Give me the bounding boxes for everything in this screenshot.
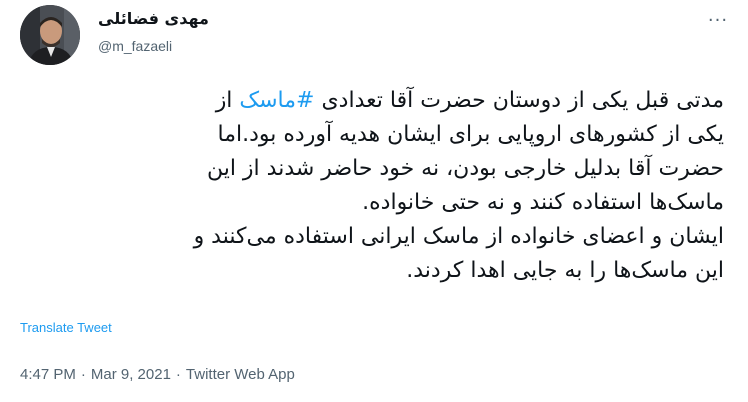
- tweet-line: ماسک‌ها استفاده کنند و نه حتی خانواده.: [362, 190, 724, 215]
- display-name[interactable]: مهدی فضائلی: [98, 9, 209, 28]
- user-handle[interactable]: @m_fazaeli: [98, 38, 172, 54]
- tweet-line: یکی از کشورهای اروپایی برای ایشان هدیه آ…: [217, 122, 725, 147]
- translate-tweet-link[interactable]: Translate Tweet: [20, 320, 112, 335]
- tweet-line: حضرت آقا بدلیل خارجی بودن، نه خود حاضر ش…: [206, 156, 724, 181]
- tweet-time[interactable]: 4:47 PM: [20, 366, 76, 383]
- separator: ·: [175, 366, 181, 383]
- tweet-text-segment: مدتی قبل یکی از دوستان حضرت آقا تعدادی: [314, 88, 724, 113]
- separator: ·: [80, 366, 86, 383]
- tweet-line: ایشان و اعضای خانواده از ماسک ایرانی است…: [193, 224, 724, 249]
- tweet-line: این ماسک‌ها را به جایی اهدا کردند.: [406, 258, 724, 283]
- source-app-link[interactable]: Twitter Web App: [186, 366, 295, 383]
- tweet-date[interactable]: Mar 9, 2021: [91, 366, 171, 383]
- avatar[interactable]: [20, 5, 80, 65]
- more-options-icon[interactable]: ···: [706, 8, 730, 32]
- tweet-metadata: 4:47 PM · Mar 9, 2021 · Twitter Web App: [20, 366, 295, 383]
- tweet-text: مدتی قبل یکی از دوستان حضرت آقا تعدادی #…: [24, 84, 724, 288]
- tweet-line: مدتی قبل یکی از دوستان حضرت آقا تعدادی #…: [24, 84, 724, 118]
- avatar-image: [20, 5, 80, 65]
- hashtag-link[interactable]: #ماسک: [239, 88, 314, 113]
- tweet-text-segment: از: [215, 88, 240, 113]
